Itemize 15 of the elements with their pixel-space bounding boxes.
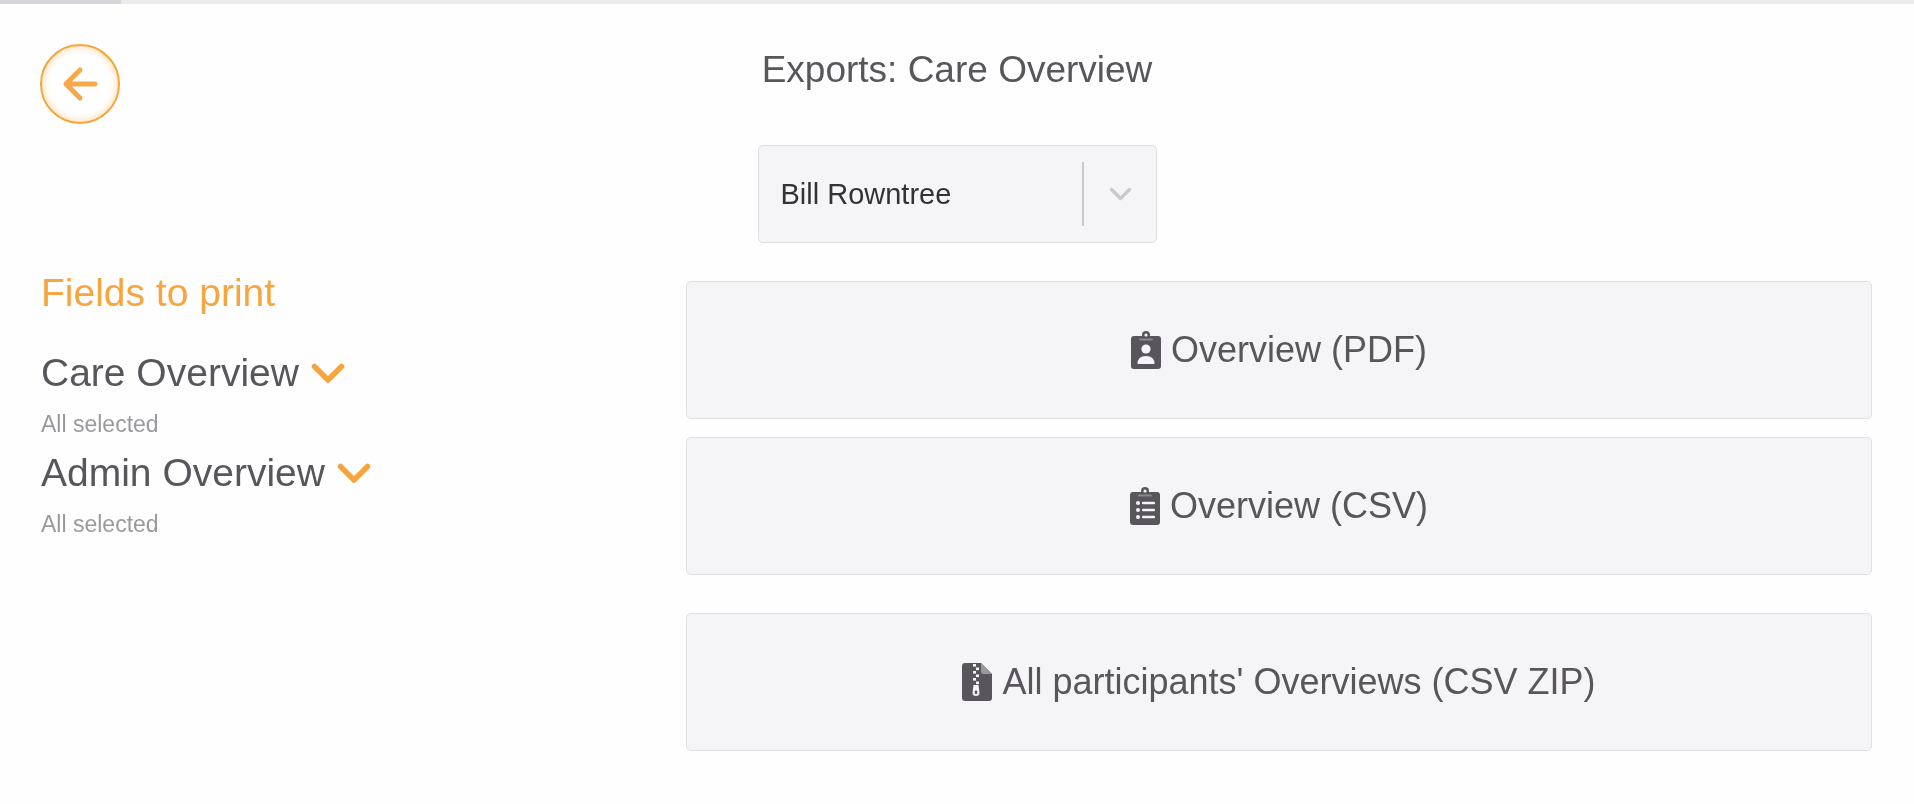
fields-heading: Fields to print	[41, 270, 276, 316]
export-button[interactable]: Overview (CSV)	[686, 437, 1872, 575]
arrow-left-icon	[62, 66, 98, 102]
export-button[interactable]: Overview (PDF)	[686, 281, 1872, 419]
participant-select[interactable]: Bill Rowntree	[757, 145, 1157, 243]
field-group-toggle[interactable]: Care Overview	[41, 350, 345, 396]
export-button[interactable]: All participants' Overviews (CSV ZIP)	[686, 613, 1872, 751]
chevron-down-icon	[1108, 186, 1132, 202]
page-title: Exports: Care Overview	[761, 48, 1153, 92]
field-group-toggle[interactable]: Admin Overview	[41, 450, 371, 496]
clipboard-list-icon	[1130, 487, 1160, 525]
selection-summary: All selected	[41, 511, 159, 538]
selection-summary: All selected	[41, 411, 159, 438]
zip-file-icon	[962, 663, 993, 701]
clipboard-person-icon	[1131, 331, 1161, 369]
